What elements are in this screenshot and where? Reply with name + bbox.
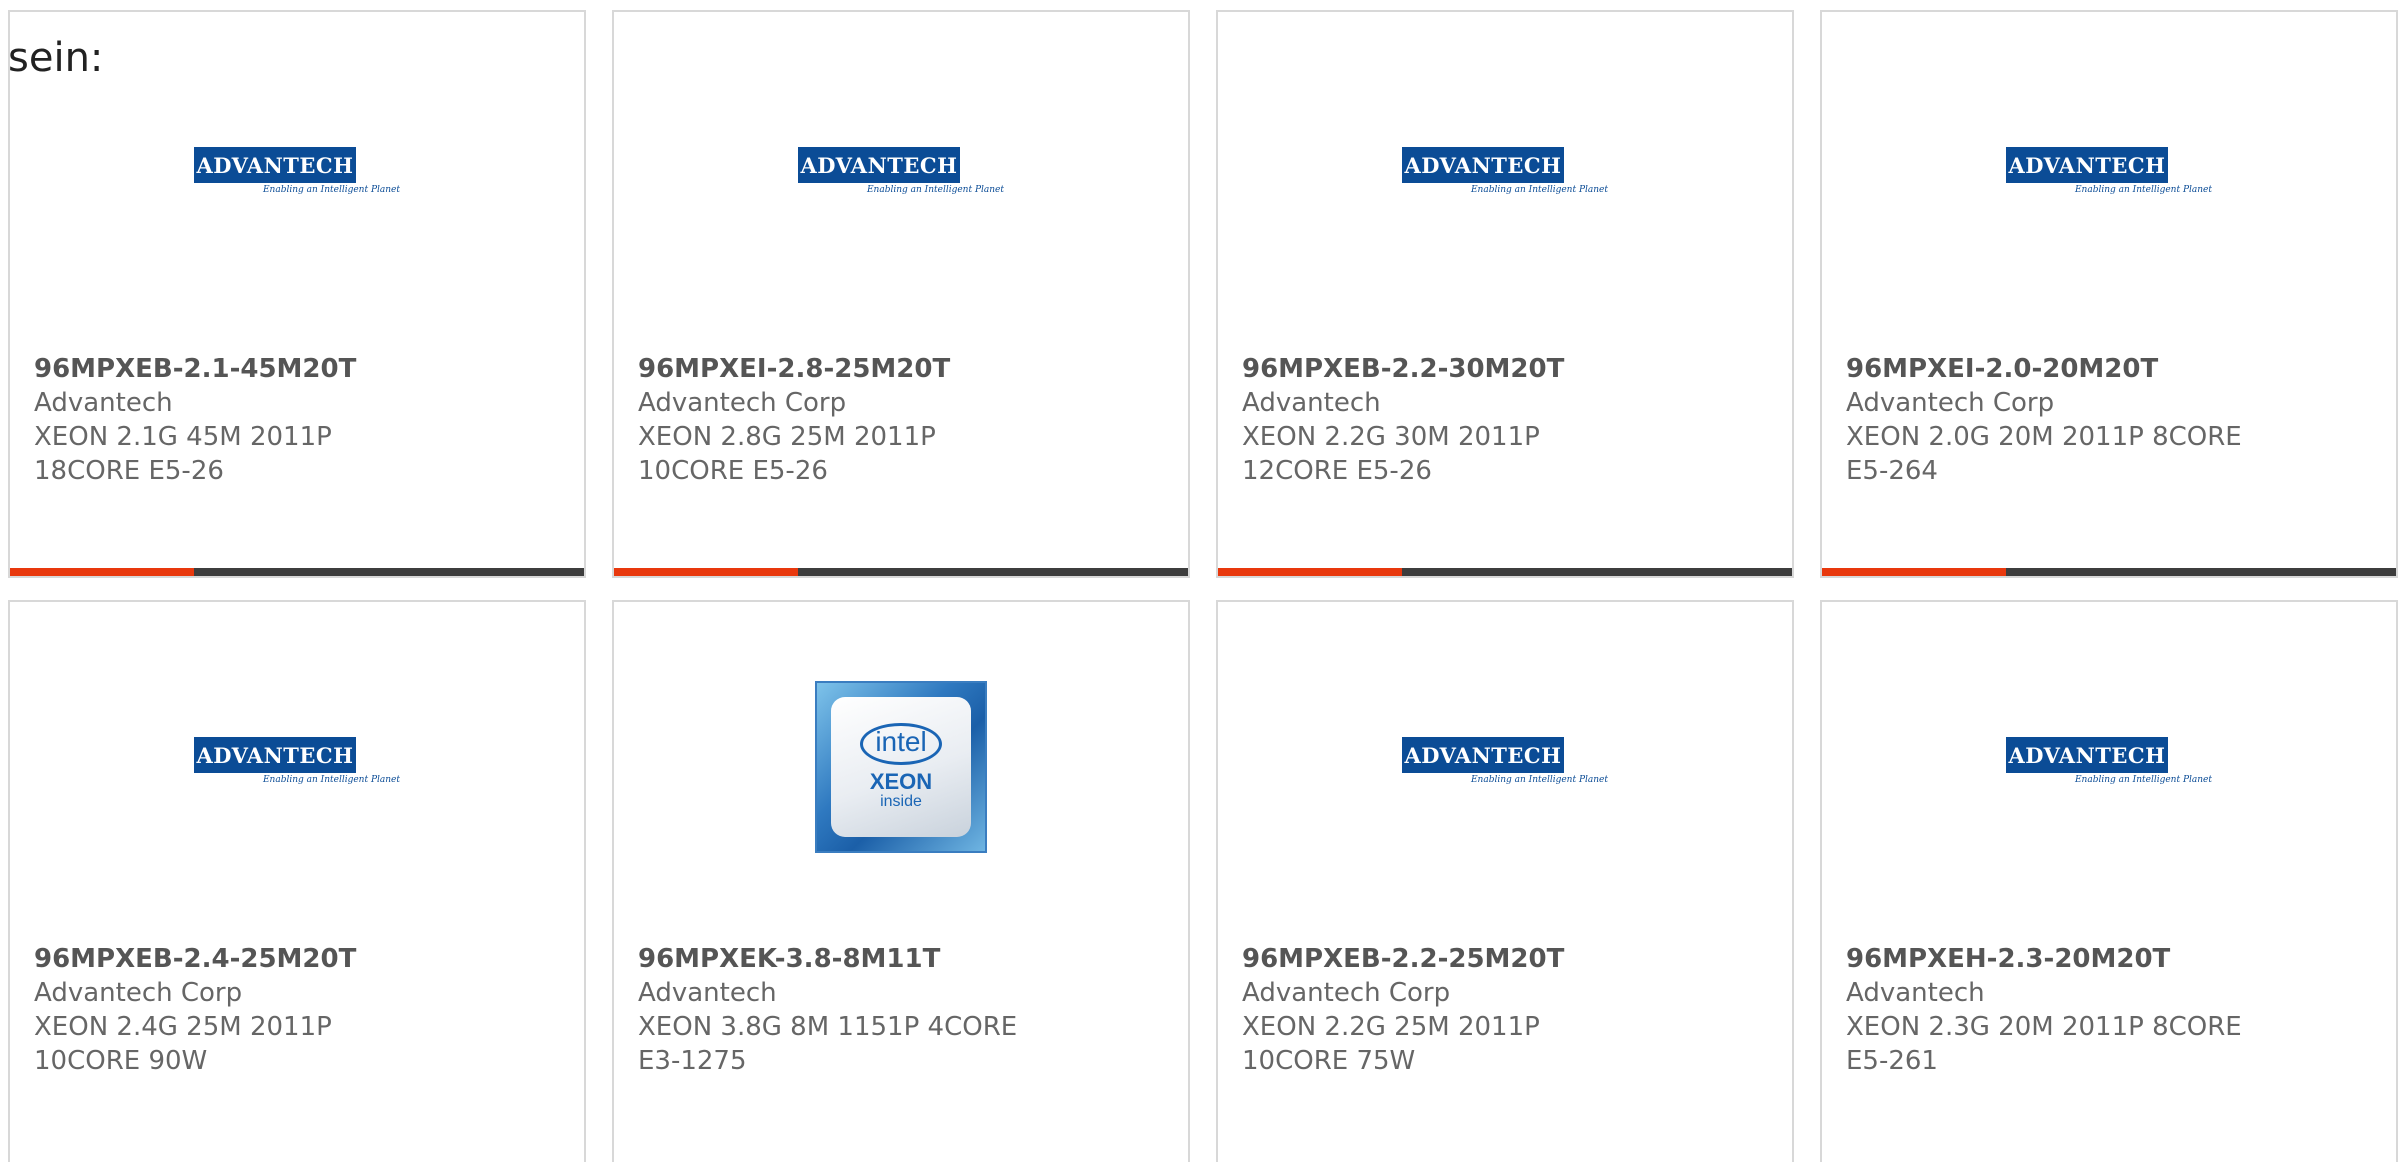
advantech-logo-wordmark: ADVANTECH [1402, 147, 1564, 183]
product-card[interactable]: intel XEON inside 96MPXEK-3.8-8M11T Adva… [612, 600, 1190, 1162]
product-description: XEON 2.4G 25M 2011P 10CORE 90W [34, 1012, 332, 1076]
product-manufacturer: Advantech Corp [1846, 388, 2055, 418]
advantech-logo-wordmark: ADVANTECH [2006, 147, 2168, 183]
product-description: XEON 3.8G 8M 1151P 4CORE E3-1275 [638, 1012, 1018, 1076]
product-description: XEON 2.2G 30M 2011P 12CORE E5-26 [1242, 422, 1540, 486]
advantech-logo: ADVANTECH Enabling an Intelligent Planet [2006, 147, 2212, 207]
product-description: XEON 2.1G 45M 2011P 18CORE E5-26 [34, 422, 332, 486]
card-accent-bar [1822, 568, 2396, 576]
intel-logo-product: XEON [869, 769, 933, 795]
advantech-logo-tagline: Enabling an Intelligent Planet [1470, 775, 1608, 785]
product-manufacturer: Advantech [1846, 978, 1985, 1008]
product-logo-area: ADVANTECH Enabling an Intelligent Planet [614, 72, 1188, 282]
product-manufacturer: Advantech [34, 388, 173, 418]
product-manufacturer: Advantech [1242, 388, 1381, 418]
product-grid: ADVANTECH Enabling an Intelligent Planet… [8, 10, 2398, 1162]
advantech-logo-tagline: Enabling an Intelligent Planet [262, 185, 400, 195]
product-logo-area: ADVANTECH Enabling an Intelligent Planet [1822, 662, 2396, 872]
product-card[interactable]: ADVANTECH Enabling an Intelligent Planet… [1820, 10, 2398, 578]
card-accent-bar [10, 568, 584, 576]
product-logo-area: ADVANTECH Enabling an Intelligent Planet [10, 662, 584, 872]
intel-logo-brand: intel [860, 723, 942, 766]
product-description: XEON 2.8G 25M 2011P 10CORE E5-26 [638, 422, 936, 486]
advantech-logo-tagline: Enabling an Intelligent Planet [2074, 775, 2212, 785]
advantech-logo-wordmark: ADVANTECH [1402, 737, 1564, 773]
product-logo-area: intel XEON inside [614, 662, 1188, 872]
advantech-logo-wordmark: ADVANTECH [194, 147, 356, 183]
advantech-logo-wordmark: ADVANTECH [194, 737, 356, 773]
advantech-logo-tagline: Enabling an Intelligent Planet [2074, 185, 2212, 195]
lead-text: sein: [8, 35, 104, 81]
product-card[interactable]: ADVANTECH Enabling an Intelligent Planet… [612, 10, 1190, 578]
product-grid-page: sein: ADVANTECH Enabling an Intelligent … [0, 0, 2400, 1162]
product-part-number[interactable]: 96MPXEB-2.2-25M20T [1242, 942, 1652, 976]
product-part-number[interactable]: 96MPXEI-2.0-20M20T [1846, 352, 2256, 386]
product-part-number[interactable]: 96MPXEB-2.2-30M20T [1242, 352, 1652, 386]
product-manufacturer: Advantech Corp [34, 978, 243, 1008]
product-card[interactable]: ADVANTECH Enabling an Intelligent Planet… [1216, 10, 1794, 578]
product-card[interactable]: ADVANTECH Enabling an Intelligent Planet… [8, 600, 586, 1162]
product-card[interactable]: ADVANTECH Enabling an Intelligent Planet… [1216, 600, 1794, 1162]
product-logo-area: ADVANTECH Enabling an Intelligent Planet [10, 72, 584, 282]
product-part-number[interactable]: 96MPXEI-2.8-25M20T [638, 352, 1048, 386]
product-description: XEON 2.0G 20M 2011P 8CORE E5-264 [1846, 422, 2242, 486]
product-card[interactable]: ADVANTECH Enabling an Intelligent Planet… [1820, 600, 2398, 1162]
advantech-logo-wordmark: ADVANTECH [2006, 737, 2168, 773]
card-accent-bar [614, 568, 1188, 576]
advantech-logo-tagline: Enabling an Intelligent Planet [262, 775, 400, 785]
product-logo-area: ADVANTECH Enabling an Intelligent Planet [1218, 72, 1792, 282]
product-description: XEON 2.3G 20M 2011P 8CORE E5-261 [1846, 1012, 2242, 1076]
intel-logo-inside: inside [880, 793, 922, 811]
advantech-logo-tagline: Enabling an Intelligent Planet [866, 185, 1004, 195]
advantech-logo-wordmark: ADVANTECH [798, 147, 960, 183]
intel-xeon-logo: intel XEON inside [815, 681, 987, 853]
product-manufacturer: Advantech Corp [638, 388, 847, 418]
card-accent-bar [1218, 568, 1792, 576]
advantech-logo: ADVANTECH Enabling an Intelligent Planet [194, 737, 400, 797]
product-part-number[interactable]: 96MPXEK-3.8-8M11T [638, 942, 1048, 976]
product-card[interactable]: ADVANTECH Enabling an Intelligent Planet… [8, 10, 586, 578]
advantech-logo-tagline: Enabling an Intelligent Planet [1470, 185, 1608, 195]
product-description: XEON 2.2G 25M 2011P 10CORE 75W [1242, 1012, 1540, 1076]
product-logo-area: ADVANTECH Enabling an Intelligent Planet [1218, 662, 1792, 872]
advantech-logo: ADVANTECH Enabling an Intelligent Planet [2006, 737, 2212, 797]
product-manufacturer: Advantech [638, 978, 777, 1008]
product-part-number[interactable]: 96MPXEB-2.4-25M20T [34, 942, 444, 976]
product-logo-area: ADVANTECH Enabling an Intelligent Planet [1822, 72, 2396, 282]
advantech-logo: ADVANTECH Enabling an Intelligent Planet [798, 147, 1004, 207]
product-part-number[interactable]: 96MPXEH-2.3-20M20T [1846, 942, 2256, 976]
product-part-number[interactable]: 96MPXEB-2.1-45M20T [34, 352, 444, 386]
advantech-logo: ADVANTECH Enabling an Intelligent Planet [1402, 147, 1608, 207]
advantech-logo: ADVANTECH Enabling an Intelligent Planet [194, 147, 400, 207]
advantech-logo: ADVANTECH Enabling an Intelligent Planet [1402, 737, 1608, 797]
product-manufacturer: Advantech Corp [1242, 978, 1451, 1008]
